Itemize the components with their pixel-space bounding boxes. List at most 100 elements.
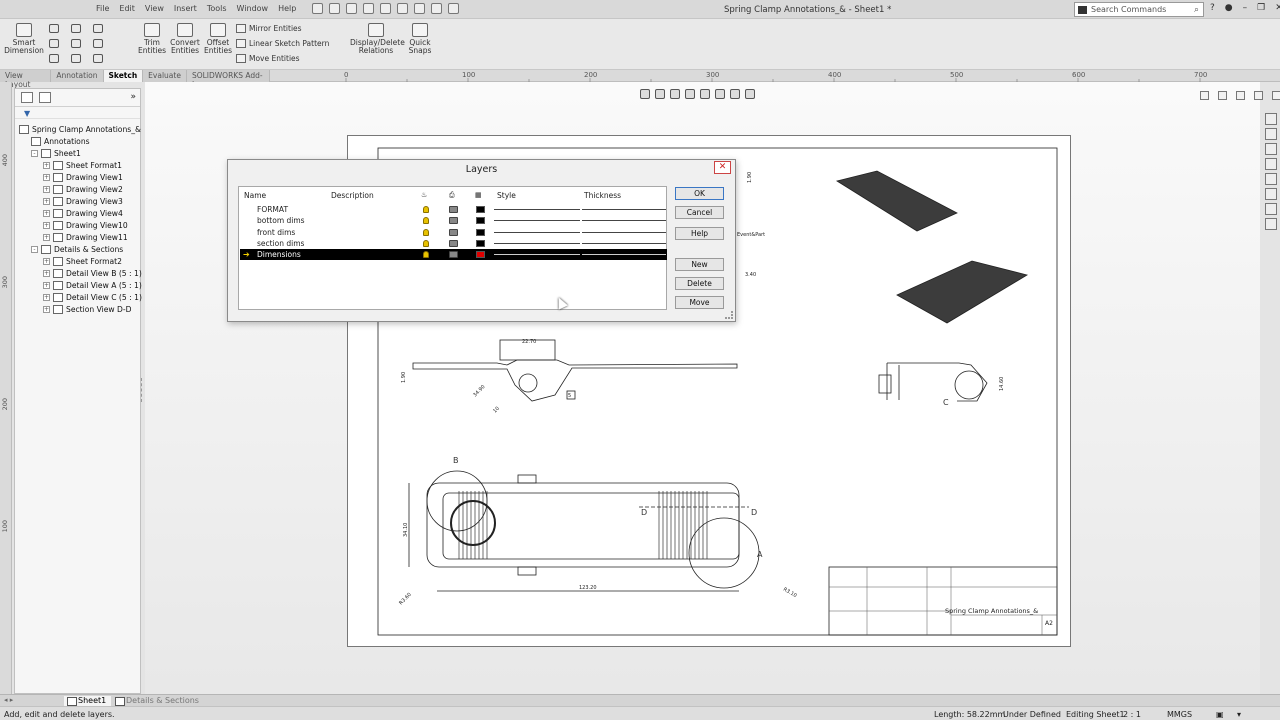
resources-icon[interactable] (1265, 113, 1277, 125)
layer-print-icon[interactable] (449, 239, 458, 247)
tab-sketch[interactable]: Sketch (103, 70, 144, 82)
layer-color-swatch[interactable] (476, 239, 485, 247)
new-document-icon[interactable] (312, 3, 323, 14)
expand-icon[interactable]: + (43, 294, 50, 301)
dim-side-height[interactable]: 14.60 (999, 377, 1005, 391)
move-entities-button[interactable]: Move Entities (236, 54, 300, 63)
close-icon[interactable]: ✕ (714, 161, 731, 174)
tree-item[interactable]: + Drawing View1 (43, 173, 123, 182)
dim-radius-left[interactable]: R3.60 (398, 592, 413, 607)
expand-icon[interactable]: + (43, 234, 50, 241)
forum-icon[interactable] (1265, 203, 1277, 215)
layer-name[interactable]: Dimensions (257, 250, 301, 259)
layer-row[interactable]: ➔ Dimensions (240, 249, 667, 261)
toolbox-icon[interactable] (1265, 218, 1277, 230)
layer-visibility-icon[interactable] (423, 206, 429, 213)
maximize-doc-icon[interactable] (1254, 91, 1263, 100)
plan-view[interactable] (426, 482, 740, 568)
layer-row[interactable]: section dims (240, 238, 667, 249)
layer-row[interactable]: front dims (240, 227, 667, 238)
circle-icon[interactable] (71, 24, 81, 33)
restore-icon[interactable]: ❐ (1257, 3, 1265, 13)
open-icon[interactable] (329, 3, 340, 14)
tree-item[interactable]: + Detail View C (5 : 1) (43, 293, 142, 302)
print-column-icon[interactable]: ⎙ (449, 191, 455, 200)
search-icon[interactable]: ⌕ (1194, 5, 1199, 15)
layer-color-swatch[interactable] (476, 206, 485, 213)
layer-print-icon[interactable] (449, 251, 458, 259)
layer-visibility-icon[interactable] (423, 217, 429, 225)
polygon-icon[interactable] (71, 54, 81, 63)
undo-icon[interactable] (380, 3, 391, 14)
layer-style-line[interactable] (494, 220, 580, 222)
tree-filter[interactable]: ▼ (15, 107, 140, 119)
layer-style-line[interactable] (494, 242, 580, 244)
split-view-icon[interactable] (1200, 91, 1209, 100)
trim-entities-button[interactable]: Trim Entities (138, 23, 166, 55)
detail-label-a[interactable]: A (757, 550, 763, 559)
help-icon[interactable]: ? (1210, 3, 1215, 13)
column-thickness[interactable]: Thickness (584, 191, 621, 200)
menu-window[interactable]: Window (237, 4, 269, 13)
layer-name[interactable]: bottom dims (257, 216, 305, 225)
tree-item[interactable]: Annotations (31, 137, 90, 146)
expand-icon[interactable]: + (43, 198, 50, 205)
dim-top-width[interactable]: 22.70 (522, 339, 536, 345)
tree-item[interactable]: + Drawing View3 (43, 197, 123, 206)
fillet-icon[interactable] (93, 39, 103, 48)
status-units[interactable]: MMGS (1167, 710, 1192, 719)
tree-item[interactable]: + Detail View A (5 : 1) (43, 281, 142, 290)
menu-edit[interactable]: Edit (119, 4, 135, 13)
expand-icon[interactable]: + (43, 306, 50, 313)
minimize-doc-icon[interactable] (1218, 91, 1227, 100)
column-description[interactable]: Description (331, 191, 374, 200)
slot-icon[interactable] (49, 54, 59, 63)
dim-top-small[interactable]: 1.90 (747, 172, 753, 183)
close-icon[interactable]: ✕ (1275, 3, 1280, 13)
menu-view[interactable]: View (145, 4, 164, 13)
cancel-button[interactable]: Cancel (675, 206, 724, 219)
layer-style-line[interactable] (494, 254, 580, 256)
layer-thickness-line[interactable] (582, 209, 666, 210)
layer-name[interactable]: FORMAT (257, 205, 288, 214)
layer-color-swatch[interactable] (476, 228, 485, 236)
drawing-note[interactable]: Event&Part (737, 232, 765, 238)
layer-thickness-line[interactable] (582, 254, 666, 256)
hide-show-icon[interactable] (730, 89, 740, 99)
section-label-d-left[interactable]: D (641, 508, 647, 517)
resize-grip[interactable] (725, 311, 733, 319)
expand-icon[interactable]: + (43, 258, 50, 265)
column-name[interactable]: Name (244, 191, 266, 200)
menu-insert[interactable]: Insert (174, 4, 197, 13)
print-icon[interactable] (363, 3, 374, 14)
collapse-icon[interactable]: - (31, 150, 38, 157)
layer-color-swatch[interactable] (476, 251, 485, 259)
layer-visibility-icon[interactable] (423, 228, 429, 236)
text-icon[interactable] (93, 54, 103, 63)
linear-sketch-pattern-button[interactable]: Linear Sketch Pattern (236, 39, 329, 48)
layer-color-swatch[interactable] (476, 217, 485, 225)
display-delete-relations-button[interactable]: Display/Delete Relations (350, 23, 405, 55)
display-style-icon[interactable] (715, 89, 725, 99)
menu-tools[interactable]: Tools (207, 4, 227, 13)
dim-angle-1[interactable]: 34.90 (472, 384, 486, 398)
appearance-icon[interactable] (745, 89, 755, 99)
dim-top-small-2[interactable]: 3.40 (745, 272, 756, 278)
tab-annotation[interactable]: Annotation (51, 70, 104, 82)
file-properties-icon[interactable] (431, 3, 442, 14)
feature-manager-tab-icon[interactable] (21, 92, 33, 103)
layer-name[interactable]: section dims (257, 239, 304, 248)
layer-visibility-icon[interactable] (423, 239, 429, 247)
expand-icon[interactable]: + (43, 162, 50, 169)
tree-item[interactable]: + Section View D-D (43, 305, 132, 314)
tab-view-layout[interactable]: View Layout (0, 70, 52, 89)
quick-snaps-button[interactable]: Quick Snaps (406, 23, 434, 55)
tree-item[interactable]: + Sheet Format1 (43, 161, 122, 170)
expand-icon[interactable]: + (43, 270, 50, 277)
tree-item[interactable]: + Drawing View2 (43, 185, 123, 194)
dim-angle-2[interactable]: 10 (492, 406, 501, 415)
column-style[interactable]: Style (497, 191, 516, 200)
previous-view-icon[interactable] (670, 89, 680, 99)
layer-thickness-line[interactable] (582, 231, 666, 233)
expand-icon[interactable]: + (43, 222, 50, 229)
